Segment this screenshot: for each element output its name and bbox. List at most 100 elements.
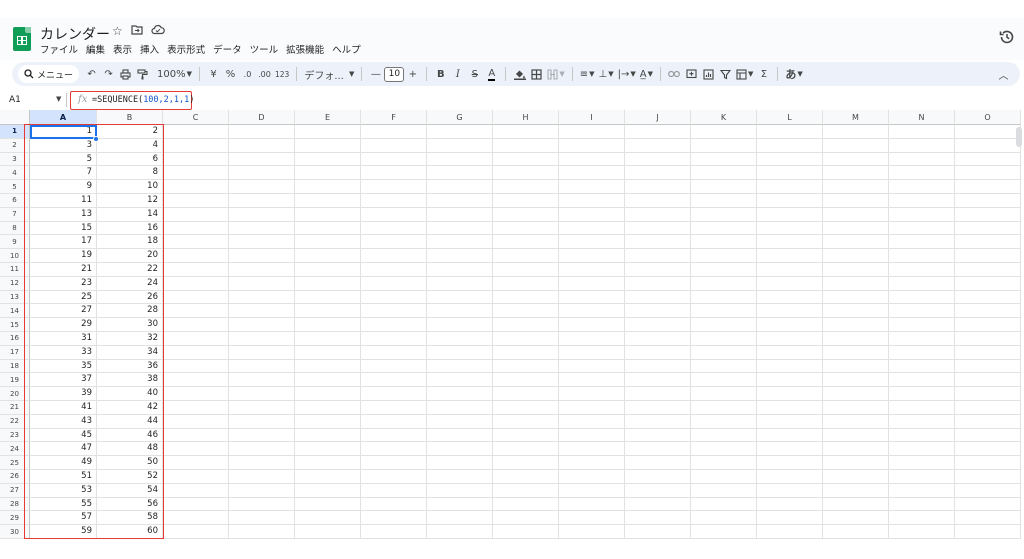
cell-i2[interactable] [559,138,625,153]
cell-l4[interactable] [757,166,823,181]
cell-o6[interactable] [955,193,1021,208]
cell-o16[interactable] [955,331,1021,346]
cell-g25[interactable] [427,456,493,470]
cell-c9[interactable] [163,235,229,250]
cell-c18[interactable] [163,359,229,374]
cell-e19[interactable] [295,373,361,388]
cell-c16[interactable] [163,331,229,346]
cell-k27[interactable] [691,483,757,498]
cell-i13[interactable] [559,290,625,305]
cell-l8[interactable] [757,221,823,236]
chevron-down-icon[interactable]: ▼ [56,95,61,103]
cell-a11[interactable]: 21 [30,262,97,277]
cell-o12[interactable] [955,276,1021,291]
row-header[interactable]: 11 [0,262,30,277]
cell-c7[interactable] [163,207,229,222]
cell-f21[interactable] [361,400,427,415]
row-header[interactable]: 15 [0,318,30,332]
cell-n2[interactable] [889,138,955,153]
cell-m2[interactable] [823,138,889,153]
row-header[interactable]: 27 [0,483,30,498]
cell-e10[interactable] [295,249,361,263]
column-header-k[interactable]: K [691,110,757,125]
cell-o4[interactable] [955,166,1021,181]
cell-e1[interactable] [295,125,361,139]
cell-o27[interactable] [955,483,1021,498]
cell-a30[interactable]: 59 [30,525,97,539]
cell-k20[interactable] [691,387,757,401]
cell-d24[interactable] [229,442,295,457]
cell-b18[interactable]: 36 [97,359,163,374]
row-header[interactable]: 1 [0,125,30,139]
cell-k3[interactable] [691,152,757,167]
cell-c17[interactable] [163,345,229,360]
cell-j30[interactable] [625,525,691,539]
cell-l24[interactable] [757,442,823,457]
cell-i23[interactable] [559,428,625,443]
cell-m28[interactable] [823,497,889,512]
cell-g7[interactable] [427,207,493,222]
cell-h3[interactable] [493,152,559,167]
hide-menus-chevron-up-icon[interactable]: ︿ [995,64,1012,84]
cell-b22[interactable]: 44 [97,414,163,429]
cell-f25[interactable] [361,456,427,470]
cell-l14[interactable] [757,304,823,319]
column-header-b[interactable]: B [97,110,163,125]
cell-b16[interactable]: 32 [97,331,163,346]
italic-icon[interactable]: I [449,64,466,84]
cell-a29[interactable]: 57 [30,511,97,526]
cell-f19[interactable] [361,373,427,388]
cell-c8[interactable] [163,221,229,236]
cell-n3[interactable] [889,152,955,167]
cell-o8[interactable] [955,221,1021,236]
cell-m13[interactable] [823,290,889,305]
cell-f17[interactable] [361,345,427,360]
cell-e23[interactable] [295,428,361,443]
cell-o3[interactable] [955,152,1021,167]
cell-l27[interactable] [757,483,823,498]
cell-d18[interactable] [229,359,295,374]
cell-j15[interactable] [625,318,691,332]
cell-j21[interactable] [625,400,691,415]
column-header-h[interactable]: H [493,110,559,125]
cell-h9[interactable] [493,235,559,250]
row-header[interactable]: 14 [0,304,30,319]
cell-a13[interactable]: 25 [30,290,97,305]
cell-g28[interactable] [427,497,493,512]
decrease-decimal-button[interactable]: .0 [239,64,256,84]
row-header[interactable]: 3 [0,152,30,167]
cell-e26[interactable] [295,469,361,484]
currency-format-button[interactable]: ¥ [205,64,222,84]
cell-a21[interactable]: 41 [30,400,97,415]
cell-m18[interactable] [823,359,889,374]
cell-c20[interactable] [163,387,229,401]
insert-comment-icon[interactable] [683,64,700,84]
row-header[interactable]: 6 [0,193,30,208]
row-header[interactable]: 19 [0,373,30,388]
cell-l21[interactable] [757,400,823,415]
cell-j22[interactable] [625,414,691,429]
column-header-c[interactable]: C [163,110,229,125]
cell-j4[interactable] [625,166,691,181]
strikethrough-icon[interactable]: S [466,64,483,84]
cell-g10[interactable] [427,249,493,263]
row-header[interactable]: 8 [0,221,30,236]
cell-f7[interactable] [361,207,427,222]
cell-o29[interactable] [955,511,1021,526]
cell-o18[interactable] [955,359,1021,374]
cell-k23[interactable] [691,428,757,443]
cell-b13[interactable]: 26 [97,290,163,305]
cell-e13[interactable] [295,290,361,305]
cell-d17[interactable] [229,345,295,360]
cell-h27[interactable] [493,483,559,498]
cell-e25[interactable] [295,456,361,470]
cell-f27[interactable] [361,483,427,498]
cell-e17[interactable] [295,345,361,360]
cell-a17[interactable]: 33 [30,345,97,360]
cell-o5[interactable] [955,180,1021,194]
cell-c11[interactable] [163,262,229,277]
cell-k17[interactable] [691,345,757,360]
cell-k9[interactable] [691,235,757,250]
menu-item[interactable]: ファイル [40,42,78,56]
cell-l17[interactable] [757,345,823,360]
